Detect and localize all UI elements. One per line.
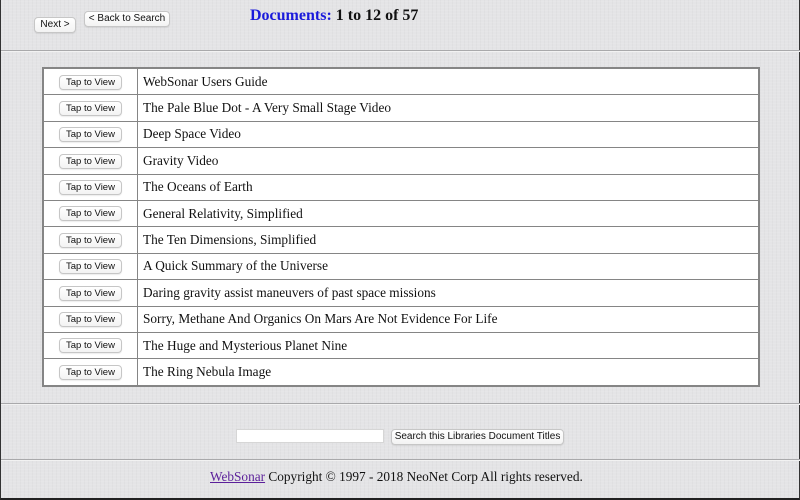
view-button-cell: Tap to View (42, 331, 138, 360)
tap-to-view-button[interactable]: Tap to View (59, 206, 122, 222)
tap-to-view-button[interactable]: Tap to View (59, 259, 122, 275)
copyright-text: Copyright © 1997 - 2018 NeoNet Corp All … (265, 469, 583, 484)
view-button-cell: Tap to View (42, 358, 138, 387)
document-row: Tap to View The Oceans of Earth (42, 173, 760, 201)
view-button-cell: Tap to View (42, 279, 138, 307)
view-button-cell: Tap to View (42, 173, 138, 201)
tap-to-view-button[interactable]: Tap to View (59, 364, 122, 380)
document-row: Tap to View WebSonar Users Guide (42, 67, 760, 96)
document-row: Tap to View The Ring Nebula Image (42, 358, 760, 387)
view-button-cell: Tap to View (42, 94, 138, 122)
document-title: The Ring Nebula Image (137, 358, 760, 387)
footer-divider (1, 459, 800, 461)
documents-table: Tap to View WebSonar Users Guide Tap to Vi… (42, 67, 760, 387)
middle-divider (1, 403, 800, 405)
tap-to-view-button[interactable]: Tap to View (59, 127, 122, 143)
document-title: The Ten Dimensions, Simplified (137, 226, 760, 254)
tap-to-view-button[interactable]: Tap to View (59, 180, 122, 196)
tap-to-view-button[interactable]: Tap to View (59, 338, 122, 354)
view-button-cell: Tap to View (42, 252, 138, 281)
document-row: Tap to View General Relativity, Simplifie… (42, 199, 760, 228)
document-row: Tap to View Gravity Video (42, 147, 760, 175)
document-title: The Pale Blue Dot - A Very Small Stage V… (137, 94, 760, 122)
search-titles-button[interactable]: Search this Libraries Document Titles (391, 429, 564, 445)
websonar-link[interactable]: WebSonar (210, 469, 265, 484)
tap-to-view-button[interactable]: Tap to View (59, 100, 122, 116)
documents-label: Documents: (250, 7, 332, 24)
document-title: Sorry, Methane And Organics On Mars Are … (137, 305, 760, 333)
view-button-cell: Tap to View (42, 67, 138, 96)
document-row: Tap to View The Huge and Mysterious Plane… (42, 331, 760, 360)
tap-to-view-button[interactable]: Tap to View (59, 153, 122, 169)
view-button-cell: Tap to View (42, 226, 138, 254)
document-count-heading: Documents: 1 to 12 of 57 (250, 7, 418, 25)
tap-to-view-button[interactable]: Tap to View (59, 285, 122, 301)
document-title: Deep Space Video (137, 120, 760, 149)
document-range: 1 to 12 of 57 (335, 7, 419, 24)
document-title: Daring gravity assist maneuvers of past … (137, 279, 760, 307)
tap-to-view-button[interactable]: Tap to View (59, 74, 122, 90)
view-button-cell: Tap to View (42, 147, 138, 175)
document-title: WebSonar Users Guide (137, 67, 760, 96)
document-title: The Oceans of Earth (137, 173, 760, 201)
document-title: A Quick Summary of the Universe (137, 252, 760, 281)
search-titles-input[interactable] (236, 429, 384, 443)
next-page-button[interactable]: Next > (34, 17, 76, 33)
document-row: Tap to View The Pale Blue Dot - A Very Sm… (42, 94, 760, 122)
document-row: Tap to View Deep Space Video (42, 120, 760, 149)
footer: WebSonar Copyright © 1997 - 2018 NeoNet … (210, 469, 583, 485)
view-button-cell: Tap to View (42, 305, 138, 333)
tap-to-view-button[interactable]: Tap to View (59, 232, 122, 248)
back-to-search-button[interactable]: < Back to Search (84, 11, 170, 27)
document-row: Tap to View A Quick Summary of the Univer… (42, 252, 760, 281)
top-divider (1, 50, 800, 52)
document-title: Gravity Video (137, 147, 760, 175)
view-button-cell: Tap to View (42, 120, 138, 149)
document-row: Tap to View Sorry, Methane And Organics O… (42, 305, 760, 333)
document-title: General Relativity, Simplified (137, 199, 760, 228)
tap-to-view-button[interactable]: Tap to View (59, 312, 122, 328)
view-button-cell: Tap to View (42, 199, 138, 228)
document-row: Tap to View The Ten Dimensions, Simplifie… (42, 226, 760, 254)
document-title: The Huge and Mysterious Planet Nine (137, 331, 760, 360)
document-row: Tap to View Daring gravity assist maneuve… (42, 279, 760, 307)
